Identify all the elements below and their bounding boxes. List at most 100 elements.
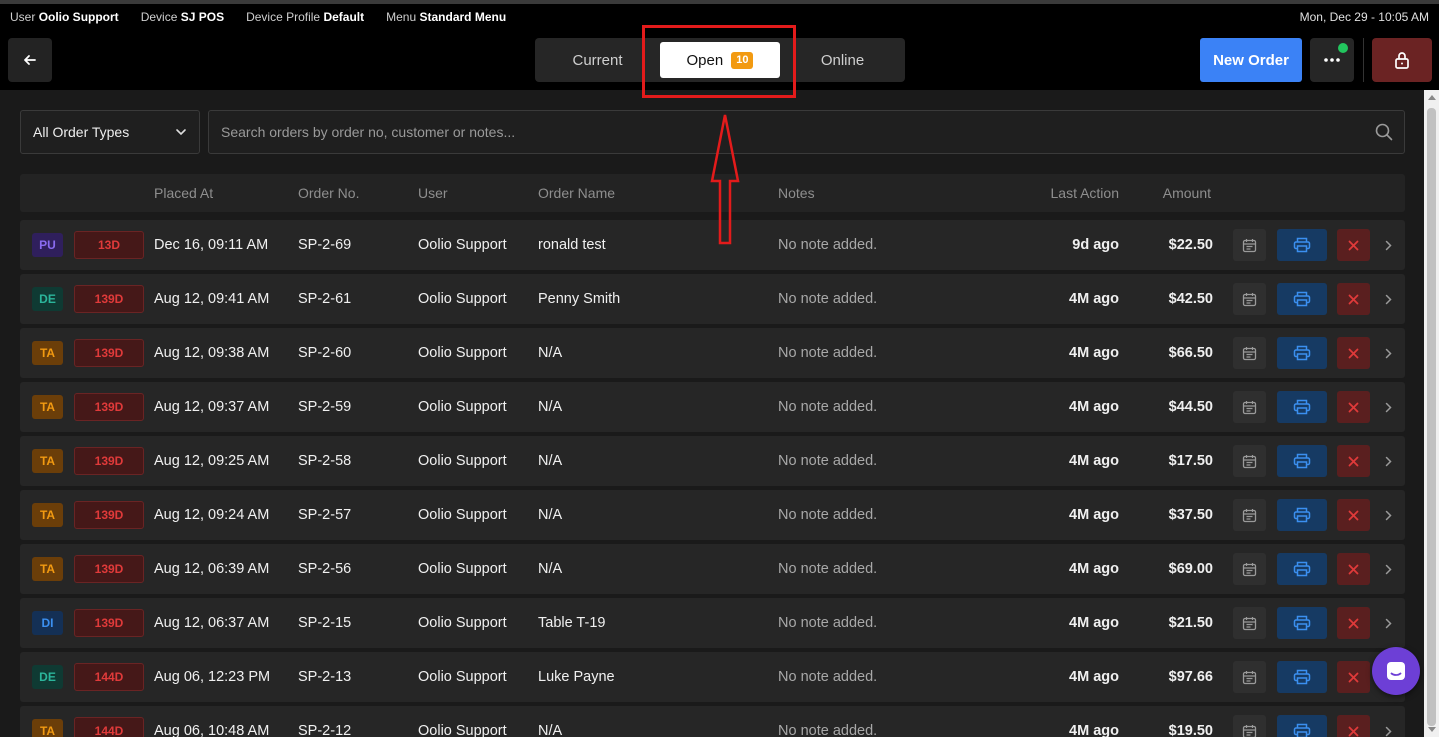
print-button[interactable] [1277, 607, 1327, 639]
schedule-button[interactable] [1233, 607, 1266, 639]
cell-order-name: N/A [538, 723, 563, 737]
col-notes: Notes [778, 185, 815, 201]
print-button[interactable] [1277, 499, 1327, 531]
order-age-badge: 139D [74, 609, 144, 637]
void-order-button[interactable] [1337, 607, 1370, 639]
table-row[interactable]: TA 139D Aug 12, 09:37 AM SP-2-59 Oolio S… [20, 382, 1405, 432]
col-last-action: Last Action [1050, 185, 1120, 201]
table-row[interactable]: TA 139D Aug 12, 06:39 AM SP-2-56 Oolio S… [20, 544, 1405, 594]
void-order-button[interactable] [1337, 499, 1370, 531]
open-count-badge: 10 [731, 51, 754, 69]
calendar-icon [1242, 292, 1257, 306]
table-row[interactable]: DI 139D Aug 12, 06:37 AM SP-2-15 Oolio S… [20, 598, 1405, 648]
back-button[interactable] [8, 38, 52, 82]
order-age-badge: 13D [74, 231, 144, 259]
cell-user: Oolio Support [418, 669, 507, 685]
schedule-button[interactable] [1233, 661, 1266, 693]
cell-last-action: 4M ago [1069, 291, 1119, 307]
order-type-select[interactable]: All Order Types [20, 110, 200, 154]
chevron-right-icon [1385, 510, 1392, 520]
schedule-button[interactable] [1233, 715, 1266, 737]
cell-placed-at: Aug 12, 09:41 AM [154, 291, 270, 307]
order-type-badge: TA [32, 341, 63, 365]
cell-order-name: ronald test [538, 237, 606, 253]
tab-online[interactable]: Online [780, 38, 905, 82]
cell-placed-at: Aug 12, 09:24 AM [154, 507, 270, 523]
schedule-button[interactable] [1233, 391, 1266, 423]
cell-last-action: 4M ago [1069, 507, 1119, 523]
table-row[interactable]: PU 13D Dec 16, 09:11 AM SP-2-69 Oolio Su… [20, 220, 1405, 270]
arrow-left-icon [24, 55, 36, 65]
open-order-button[interactable] [1378, 553, 1398, 585]
col-placed-at: Placed At [154, 185, 214, 201]
table-row[interactable]: TA 144D Aug 06, 10:48 AM SP-2-12 Oolio S… [20, 706, 1405, 737]
open-order-button[interactable] [1378, 391, 1398, 423]
print-button[interactable] [1277, 553, 1327, 585]
void-order-button[interactable] [1337, 553, 1370, 585]
printer-icon [1293, 291, 1311, 307]
print-button[interactable] [1277, 391, 1327, 423]
scrollbar[interactable] [1424, 90, 1439, 737]
new-order-button[interactable]: New Order [1200, 38, 1302, 82]
table-row[interactable]: DE 144D Aug 06, 12:23 PM SP-2-13 Oolio S… [20, 652, 1405, 702]
open-order-button[interactable] [1378, 715, 1398, 737]
calendar-icon [1242, 616, 1257, 630]
void-order-button[interactable] [1337, 229, 1370, 261]
open-order-button[interactable] [1378, 499, 1398, 531]
calendar-icon [1242, 400, 1257, 414]
order-type-badge: DE [32, 665, 63, 689]
void-order-button[interactable] [1337, 337, 1370, 369]
tab-current[interactable]: Current [535, 38, 660, 82]
schedule-button[interactable] [1233, 445, 1266, 477]
scroll-up-icon[interactable] [1428, 95, 1436, 100]
open-order-button[interactable] [1378, 229, 1398, 261]
cell-last-action: 4M ago [1069, 669, 1119, 685]
table-row[interactable]: TA 139D Aug 12, 09:38 AM SP-2-60 Oolio S… [20, 328, 1405, 378]
print-button[interactable] [1277, 337, 1327, 369]
scroll-down-icon[interactable] [1428, 727, 1436, 732]
search-icon[interactable] [1364, 123, 1404, 141]
order-age-badge: 139D [74, 339, 144, 367]
orders-panel: All Order Types Placed At Order No. User… [0, 90, 1424, 737]
schedule-button[interactable] [1233, 337, 1266, 369]
header: Current Open 10 Online New Order [0, 30, 1439, 90]
open-order-button[interactable] [1378, 445, 1398, 477]
orders-list: PU 13D Dec 16, 09:11 AM SP-2-69 Oolio Su… [20, 220, 1405, 737]
print-button[interactable] [1277, 229, 1327, 261]
scrollbar-thumb[interactable] [1427, 108, 1436, 726]
schedule-button[interactable] [1233, 553, 1266, 585]
cell-order-name: Penny Smith [538, 291, 621, 307]
table-row[interactable]: TA 139D Aug 12, 09:25 AM SP-2-58 Oolio S… [20, 436, 1405, 486]
close-icon [1348, 240, 1359, 250]
tab-open[interactable]: Open 10 [660, 42, 780, 78]
calendar-icon [1242, 508, 1257, 522]
cell-user: Oolio Support [418, 291, 507, 307]
print-button[interactable] [1277, 445, 1327, 477]
open-order-button[interactable] [1378, 607, 1398, 639]
open-order-button[interactable] [1378, 283, 1398, 315]
schedule-button[interactable] [1233, 499, 1266, 531]
more-options-button[interactable] [1310, 38, 1354, 82]
lock-button[interactable] [1372, 38, 1432, 82]
chevron-right-icon [1385, 294, 1392, 304]
cell-order-name: Table T-19 [538, 615, 606, 631]
void-order-button[interactable] [1337, 283, 1370, 315]
schedule-button[interactable] [1233, 283, 1266, 315]
close-icon [1348, 672, 1359, 682]
cell-notes: No note added. [778, 291, 878, 307]
void-order-button[interactable] [1337, 391, 1370, 423]
table-row[interactable]: DE 139D Aug 12, 09:41 AM SP-2-61 Oolio S… [20, 274, 1405, 324]
print-button[interactable] [1277, 283, 1327, 315]
open-order-button[interactable] [1378, 337, 1398, 369]
cell-amount: $69.00 [1168, 561, 1213, 577]
calendar-icon [1242, 562, 1257, 576]
table-row[interactable]: TA 139D Aug 12, 09:24 AM SP-2-57 Oolio S… [20, 490, 1405, 540]
print-button[interactable] [1277, 715, 1327, 737]
chat-launcher-button[interactable] [1372, 647, 1420, 695]
schedule-button[interactable] [1233, 229, 1266, 261]
search-input[interactable] [209, 111, 1364, 153]
void-order-button[interactable] [1337, 715, 1370, 737]
print-button[interactable] [1277, 661, 1327, 693]
void-order-button[interactable] [1337, 661, 1370, 693]
void-order-button[interactable] [1337, 445, 1370, 477]
